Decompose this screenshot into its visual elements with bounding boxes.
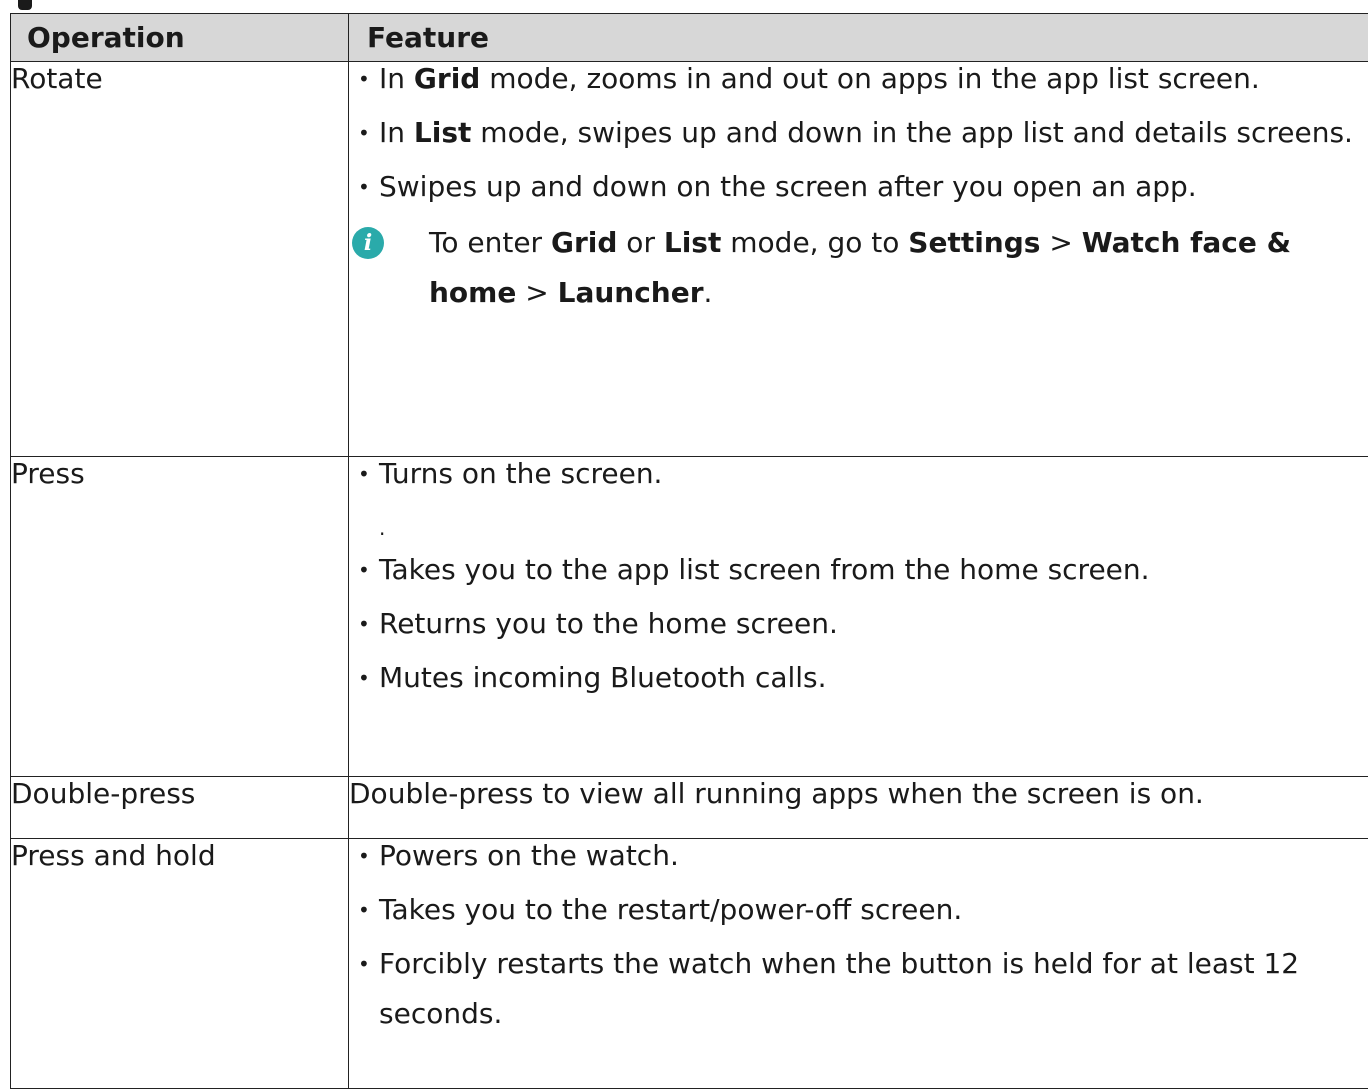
feature-cell: •Powers on the watch. •Takes you to the …: [349, 839, 1368, 1089]
feature-cell: •In Grid mode, zooms in and out on apps …: [349, 62, 1368, 457]
list-item: •In Grid mode, zooms in and out on apps …: [349, 54, 1368, 104]
operations-table: Operation Feature Rotate •In Grid mode, …: [10, 13, 1368, 1089]
bullet-icon: •: [358, 599, 370, 649]
list-item: •Takes you to the app list screen from t…: [349, 545, 1368, 595]
list-item: •Turns on the screen.: [349, 449, 1368, 499]
bullet-icon: •: [358, 939, 370, 989]
list-item: •In List mode, swipes up and down in the…: [349, 108, 1368, 158]
list-item-empty: ·: [349, 503, 1368, 545]
feature-list: •Turns on the screen. · •Takes you to th…: [349, 449, 1368, 703]
info-note: iTo enter Grid or List mode, go to Setti…: [349, 218, 1368, 318]
list-item: •Takes you to the restart/power-off scre…: [349, 885, 1368, 935]
bullet-icon: •: [358, 831, 370, 881]
info-icon: i: [352, 227, 384, 259]
feature-cell: Double-press to view all running apps wh…: [349, 777, 1368, 839]
bullet-icon: •: [358, 885, 370, 935]
table-row: Rotate •In Grid mode, zooms in and out o…: [11, 62, 1368, 457]
header-operation: Operation: [11, 14, 349, 62]
operation-cell: Press: [11, 457, 349, 777]
list-item: •Forcibly restarts the watch when the bu…: [349, 939, 1368, 1039]
table-row: Press •Turns on the screen. · •Takes you…: [11, 457, 1368, 777]
bullet-icon: •: [358, 449, 370, 499]
bullet-icon: •: [358, 653, 370, 703]
list-item: •Swipes up and down on the screen after …: [349, 162, 1368, 212]
list-item: •Mutes incoming Bluetooth calls.: [349, 653, 1368, 703]
bullet-icon: •: [358, 545, 370, 595]
list-item: •Returns you to the home screen.: [349, 599, 1368, 649]
table-row: Double-press Double-press to view all ru…: [11, 777, 1368, 839]
bullet-icon: •: [358, 162, 370, 212]
page-header-fragment: [18, 0, 32, 10]
operation-cell: Press and hold: [11, 839, 349, 1089]
feature-list: •Powers on the watch. •Takes you to the …: [349, 831, 1368, 1039]
operation-cell: Rotate: [11, 62, 349, 457]
operation-cell: Double-press: [11, 777, 349, 839]
bullet-icon: •: [358, 54, 370, 104]
bullet-icon: •: [358, 108, 370, 158]
feature-list: •In Grid mode, zooms in and out on apps …: [349, 54, 1368, 212]
list-item: •Powers on the watch.: [349, 831, 1368, 881]
feature-cell: •Turns on the screen. · •Takes you to th…: [349, 457, 1368, 777]
table-row: Press and hold •Powers on the watch. •Ta…: [11, 839, 1368, 1089]
